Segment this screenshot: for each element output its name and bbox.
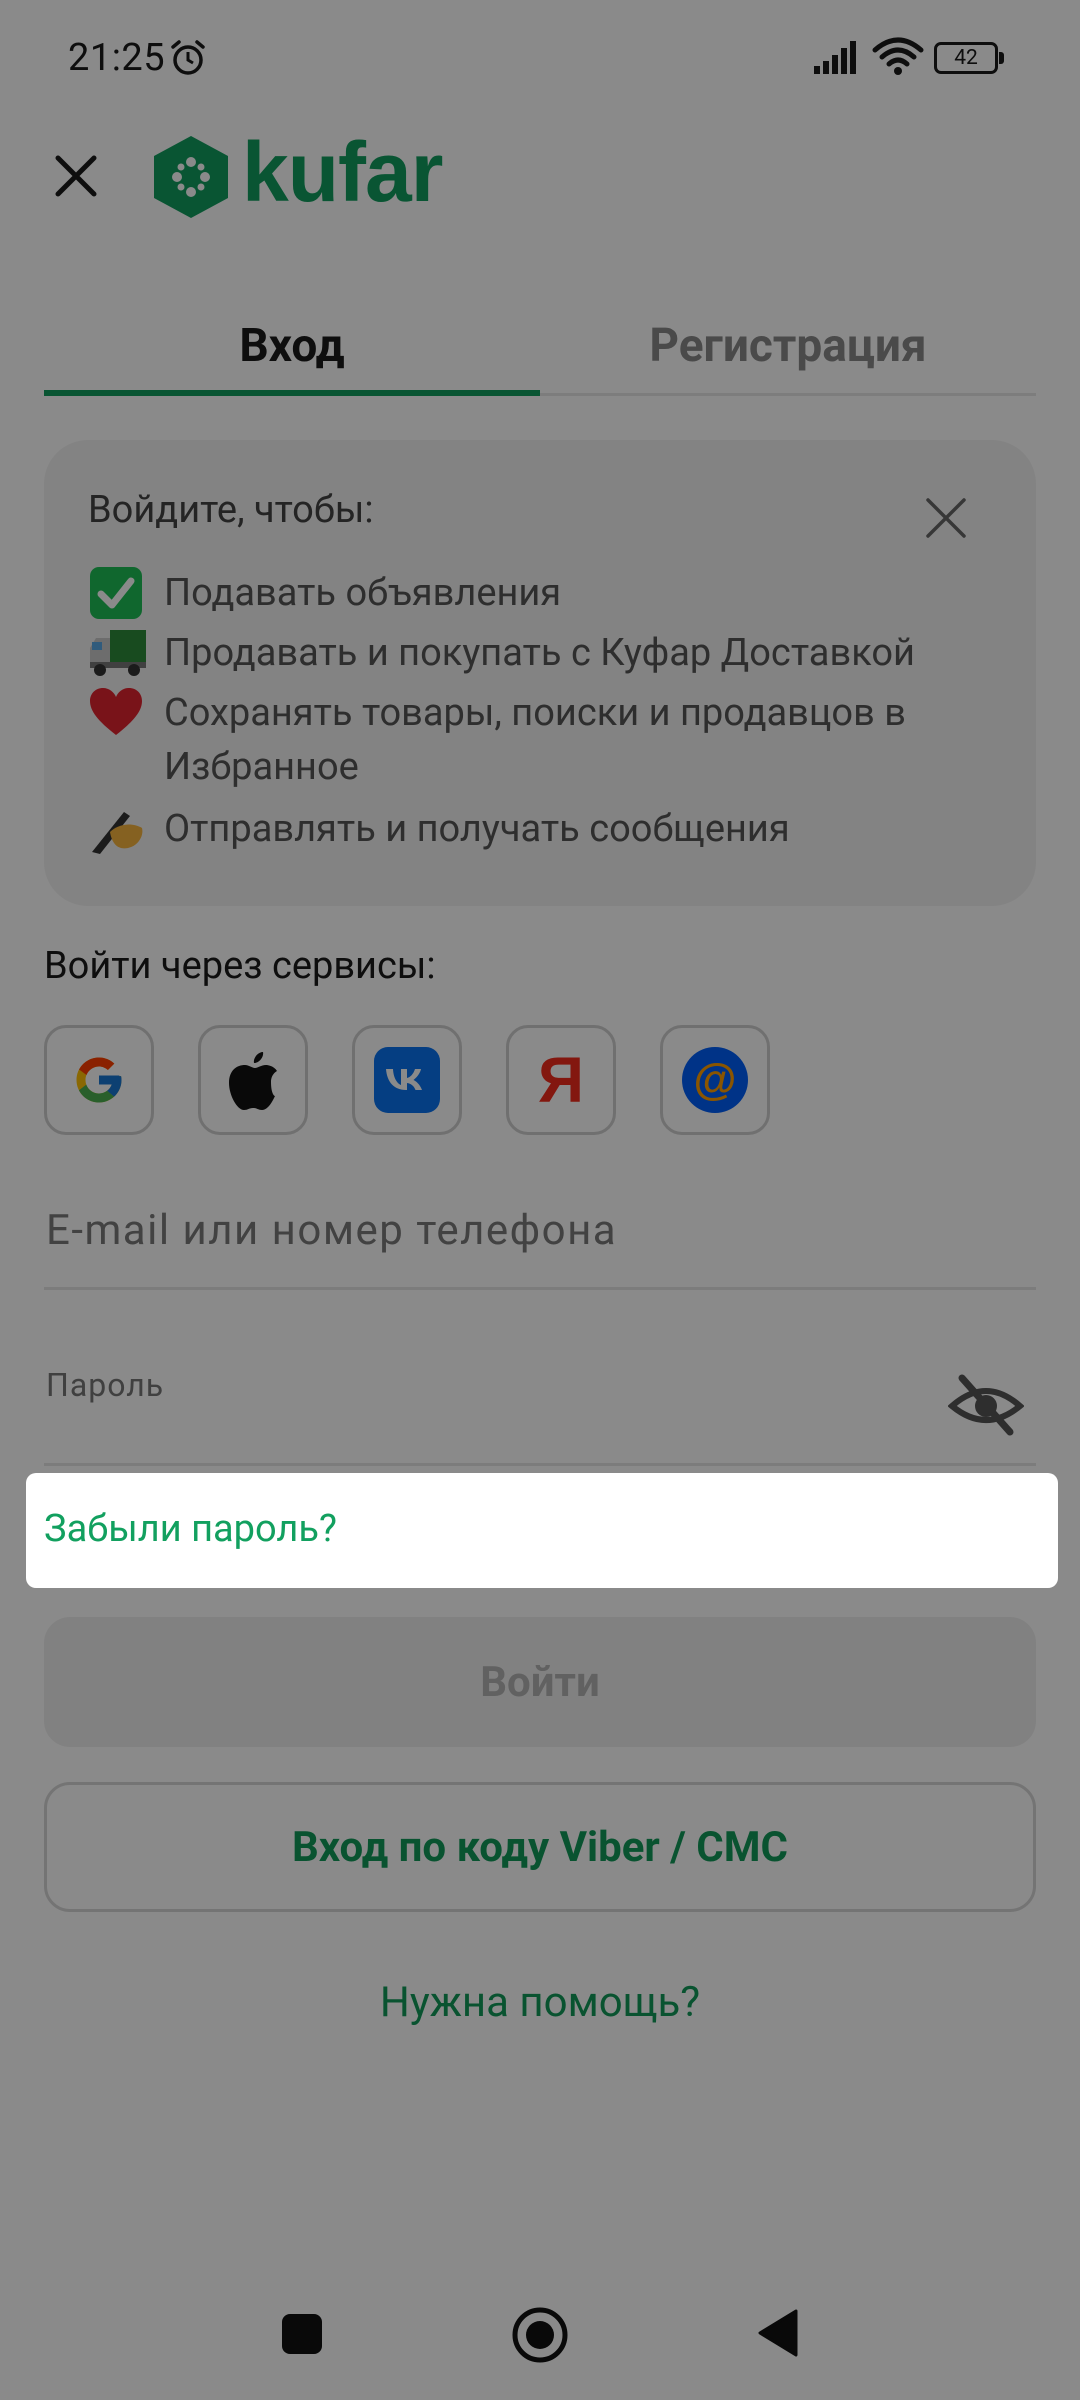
signal-icon [814, 41, 856, 74]
benefits-title: Войдите, чтобы: [88, 488, 374, 532]
alarm-icon [171, 40, 205, 75]
back-triangle-icon[interactable] [756, 2308, 798, 2358]
benefits-card: Войдите, чтобы: Подавать объявления Прод… [44, 440, 1036, 906]
yandex-login-button[interactable]: Я [506, 1025, 616, 1135]
vk-login-button[interactable] [352, 1025, 462, 1135]
password-field[interactable]: Пароль [44, 1350, 1036, 1466]
vk-icon [374, 1047, 440, 1113]
home-circle-icon[interactable] [511, 2306, 569, 2364]
kufar-logo-icon [154, 136, 228, 218]
tab-registration[interactable]: Регистрация [540, 296, 1036, 396]
benefit-item: Продавать и покупать с Куфар Доставкой [88, 626, 974, 680]
email-placeholder: E-mail или номер телефона [46, 1206, 618, 1255]
mailru-glyph: @ [693, 1055, 737, 1104]
battery-icon: 42 [934, 42, 1004, 74]
forgot-password-highlight: Забыли пароль? [26, 1473, 1058, 1588]
services-label: Войти через сервисы: [44, 944, 436, 988]
truck-icon [88, 626, 164, 680]
close-icon[interactable] [924, 496, 968, 540]
mailru-icon: @ [682, 1047, 748, 1113]
benefit-text: Продавать и покупать с Куфар Доставкой [164, 631, 915, 675]
apple-login-button[interactable] [198, 1025, 308, 1135]
check-mark-icon [88, 566, 164, 620]
recents-square-icon[interactable] [282, 2314, 322, 2354]
google-icon [76, 1057, 122, 1103]
close-icon[interactable] [52, 152, 100, 200]
auth-tabs: Вход Регистрация [44, 296, 1036, 396]
code-login-button[interactable]: Вход по коду Viber / СМС [44, 1782, 1036, 1912]
tab-login[interactable]: Вход [44, 296, 540, 396]
heart-icon [88, 686, 164, 740]
status-bar: 21:25 42 [0, 0, 1080, 118]
benefit-item: Отправлять и получать сообщения [88, 802, 974, 856]
eye-off-icon[interactable] [948, 1372, 1024, 1438]
wifi-icon [872, 37, 924, 75]
forgot-password-link[interactable]: Забыли пароль? [44, 1507, 337, 1551]
email-or-phone-field[interactable]: E-mail или номер телефона [44, 1180, 1036, 1290]
writing-hand-icon [88, 802, 164, 856]
mailru-login-button[interactable]: @ [660, 1025, 770, 1135]
benefit-text: Подавать объявления [164, 571, 562, 615]
login-button[interactable]: Войти [44, 1617, 1036, 1747]
password-label: Пароль [46, 1366, 165, 1404]
help-link[interactable]: Нужна помощь? [0, 1978, 1080, 2027]
login-screen: 21:25 42 kufar Вход Регистрация Войдите,… [0, 0, 1080, 2400]
battery-level: 42 [934, 42, 998, 74]
benefit-item: Сохранять товары, поиски и продавцов в И… [88, 686, 974, 794]
benefit-text: Отправлять и получать сообщения [164, 807, 790, 851]
benefit-text: Сохранять товары, поиски и продавцов в И… [164, 691, 906, 789]
benefit-item: Подавать объявления [88, 566, 974, 620]
google-login-button[interactable] [44, 1025, 154, 1135]
status-time: 21:25 [68, 36, 166, 80]
apple-icon [229, 1052, 277, 1110]
kufar-logo-text: kufar [242, 125, 443, 219]
active-tab-indicator [44, 390, 540, 396]
yandex-icon: Я [538, 1044, 584, 1116]
